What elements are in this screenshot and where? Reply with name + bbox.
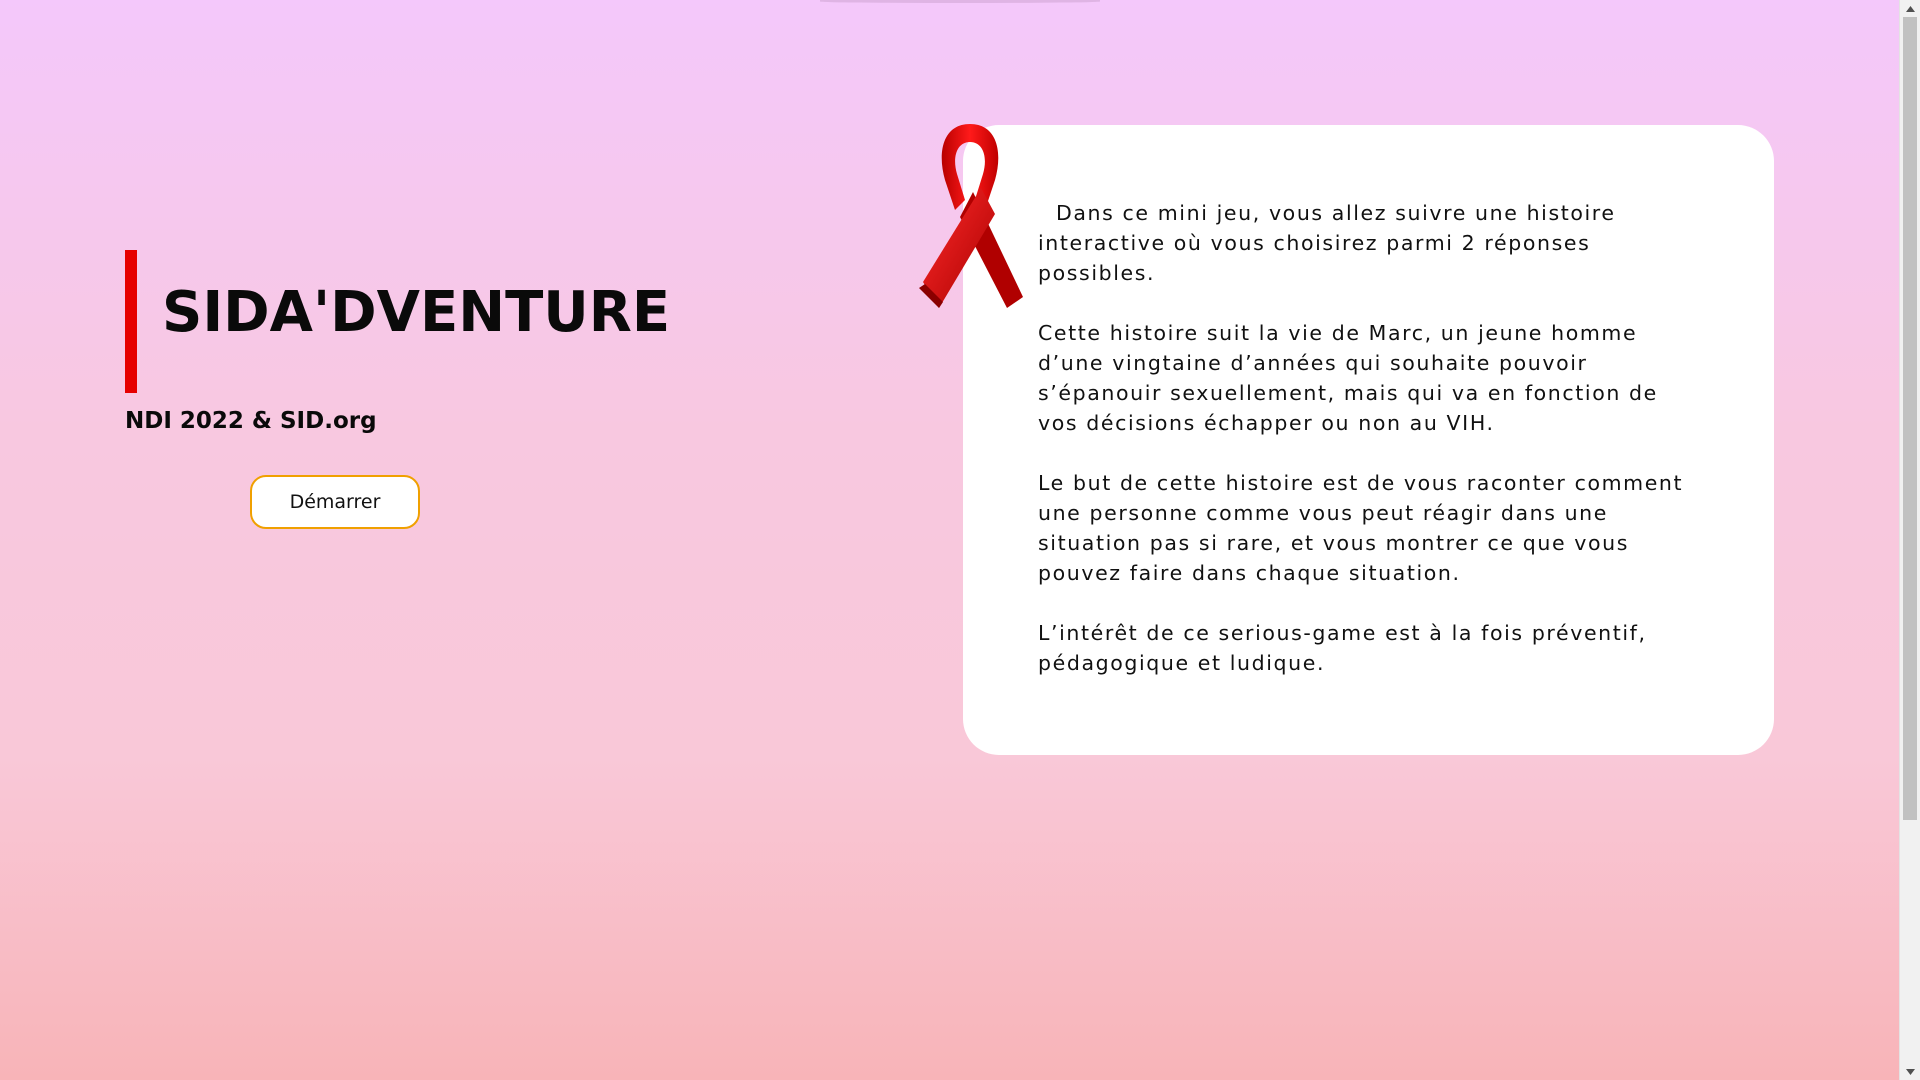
title-accent-bar	[125, 250, 137, 393]
start-button[interactable]: Démarrer	[250, 475, 420, 529]
top-shadow	[820, 0, 1100, 3]
red-awareness-ribbon-icon	[919, 124, 1023, 308]
chevron-down-icon[interactable]	[1900, 1063, 1920, 1080]
vertical-scrollbar[interactable]	[1899, 0, 1920, 1080]
intro-paragraph: L’intérêt de ce serious-game est à la fo…	[1038, 621, 1647, 675]
page-subtitle: NDI 2022 & SID.org	[125, 408, 377, 434]
intro-card: Dans ce mini jeu, vous allez suivre une …	[963, 125, 1774, 755]
page-title: SIDA'DVENTURE	[162, 280, 671, 345]
page-viewport: SIDA'DVENTURE NDI 2022 & SID.org Démarre…	[0, 0, 1899, 1080]
scrollbar-thumb[interactable]	[1903, 17, 1917, 820]
intro-paragraph: Dans ce mini jeu, vous allez suivre une …	[1038, 201, 1616, 285]
intro-paragraph: Le but de cette histoire est de vous rac…	[1038, 471, 1684, 585]
chevron-up-icon[interactable]	[1900, 0, 1920, 17]
intro-paragraph: Cette histoire suit la vie de Marc, un j…	[1038, 321, 1658, 435]
